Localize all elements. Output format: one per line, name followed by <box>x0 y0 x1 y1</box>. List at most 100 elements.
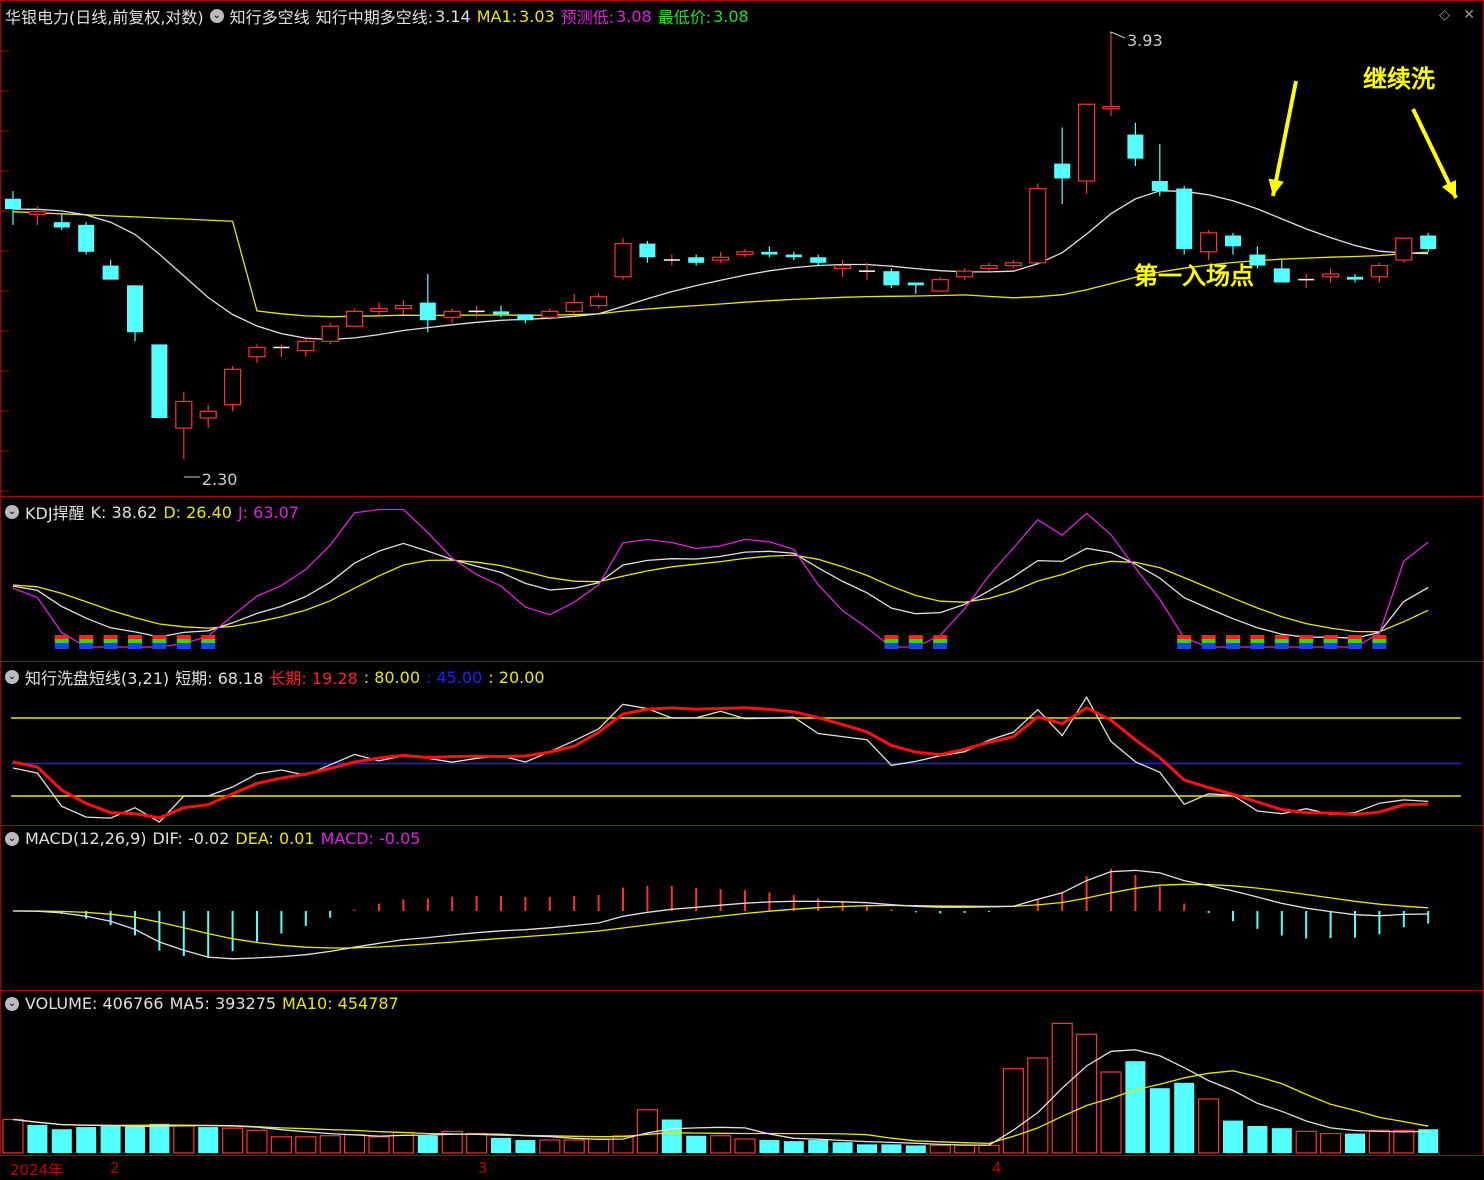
chevron-down-icon[interactable]: ⌄ <box>5 670 19 684</box>
candle-down <box>1273 268 1290 283</box>
chevron-down-icon[interactable]: ⌄ <box>5 505 19 519</box>
volume-bar-down <box>125 1124 145 1153</box>
wash-short-line <box>12 695 1429 823</box>
wash-level-20: : 20.00 <box>488 667 545 687</box>
stock-title[interactable]: 华银电力(日线,前复权,对数) <box>5 4 204 28</box>
candle-up <box>614 243 632 278</box>
volume-name[interactable]: VOLUME: 406766 <box>25 994 164 1013</box>
volume-bar-up <box>539 1139 561 1154</box>
kdj-signal-green <box>1372 639 1387 643</box>
macd-name[interactable]: MACD(12,26,9) <box>25 829 147 848</box>
close-icon[interactable]: ✕ <box>1463 7 1475 23</box>
high-price-label: 3.93 <box>1127 31 1163 50</box>
volume-bar-down <box>1418 1129 1439 1153</box>
kdj-signal-red <box>884 635 899 639</box>
axis-month-3: 3 <box>478 1159 488 1177</box>
kdj-signal-green <box>128 639 142 643</box>
volume-panel[interactable]: ⌄ VOLUME: 406766 MA5: 393275 MA10: 45478… <box>0 990 1484 1156</box>
axis-month-4: 4 <box>992 1159 1002 1177</box>
candlestick-chart[interactable]: 3.93 2.30 <box>1 1 1484 497</box>
main-chart-panel[interactable]: 华银电力(日线,前复权,对数) ⌄ 知行多空线 知行中期多空线: 3.14 MA1… <box>0 0 1484 497</box>
wash-long: 长期: 19.28 <box>269 669 358 688</box>
kdj-name[interactable]: KDJ捍醒 <box>25 500 85 524</box>
kdj-signal-blue <box>1299 643 1314 649</box>
candle-down <box>761 251 778 255</box>
volume-bar-up <box>709 1135 732 1154</box>
candle-down <box>78 224 95 252</box>
candle-up <box>980 264 998 269</box>
macd-header: ⌄ MACD(12,26,9) DIF: -0.02 DEA: 0.01 MAC… <box>5 829 420 848</box>
candle-down <box>419 302 436 321</box>
kdj-signal-red <box>1226 635 1240 639</box>
kdj-signal-green <box>884 639 899 643</box>
candle-up <box>589 296 608 307</box>
kdj-signal-red <box>1274 635 1289 639</box>
volume-bar-down <box>905 1145 926 1153</box>
volume-bar-up <box>953 1144 976 1154</box>
volume-bar-down <box>1223 1120 1243 1153</box>
volume-bar-down <box>417 1135 438 1153</box>
predicted-low-value: 3.08 <box>616 6 652 26</box>
kdj-signal-blue <box>128 643 142 649</box>
volume-bar-up <box>1295 1130 1317 1154</box>
candle-down <box>1347 276 1363 280</box>
volume-bar-up <box>344 1134 366 1154</box>
candle-up <box>541 310 559 318</box>
candle-up <box>1321 273 1340 278</box>
kdj-panel[interactable]: ⌄ KDJ捍醒 K: 38.62 D: 26.40 J: 63.07 <box>0 496 1484 662</box>
kdj-signal-red <box>908 635 923 639</box>
kdj-j: J: 63.07 <box>237 502 299 522</box>
macd-chart[interactable] <box>1 826 1484 991</box>
volume-bar-up <box>270 1136 292 1154</box>
volume-bar-up <box>612 1135 634 1154</box>
kdj-signal-green <box>1226 639 1240 643</box>
kdj-signal-red <box>1348 635 1362 639</box>
candle-down <box>883 271 900 286</box>
candle-up <box>955 270 974 278</box>
volume-bar-down <box>51 1129 72 1153</box>
kdj-signal-red <box>176 635 191 639</box>
volume-header: ⌄ VOLUME: 406766 MA5: 393275 MA10: 45478… <box>5 994 399 1013</box>
kdj-signal-blue <box>103 643 118 649</box>
kdj-signal-red <box>54 635 69 639</box>
candle-up <box>443 310 461 318</box>
kdj-signal-red <box>933 635 948 639</box>
volume-bar-down <box>27 1124 48 1153</box>
chevron-down-icon[interactable]: ⌄ <box>5 831 19 846</box>
volume-bar-up <box>587 1138 610 1154</box>
diamond-icon[interactable]: ◇ <box>1439 7 1450 23</box>
kdj-signal-green <box>1323 639 1338 643</box>
candle-down <box>1054 163 1071 179</box>
candle-up <box>1077 103 1096 182</box>
kdj-signal-blue <box>1250 643 1265 649</box>
wash-name[interactable]: 知行洗盘短线(3,21) <box>25 665 169 689</box>
volume-bar-up <box>1100 1071 1122 1154</box>
kdj-signal-red <box>79 635 94 639</box>
candle-down <box>102 265 119 280</box>
candle-up <box>1395 237 1413 261</box>
macd-dif-line <box>12 869 1429 960</box>
volume-bar-up <box>929 1144 951 1154</box>
kdj-signal-red <box>1177 635 1192 639</box>
kdj-signal-red <box>1250 635 1265 639</box>
volume-bar-up <box>563 1139 585 1154</box>
window-controls: ◇ ✕ <box>1439 7 1475 23</box>
macd-panel[interactable]: ⌄ MACD(12,26,9) DIF: -0.02 DEA: 0.01 MAC… <box>0 825 1484 991</box>
candle-down <box>1127 134 1144 159</box>
candle-up <box>833 264 852 269</box>
candle-up <box>370 307 388 312</box>
volume-chart[interactable] <box>1 991 1484 1156</box>
kdj-signal-blue <box>1323 643 1338 649</box>
macd-value: MACD: -0.05 <box>320 829 421 848</box>
chevron-down-icon[interactable]: ⌄ <box>209 9 224 23</box>
volume-bar-up <box>2 1118 24 1154</box>
kdj-signal-blue <box>1177 643 1192 649</box>
volume-ma10: MA10: 454787 <box>282 994 399 1013</box>
indicator-title[interactable]: 知行多空线 <box>230 4 310 28</box>
chevron-down-icon[interactable]: ⌄ <box>5 996 19 1011</box>
wash-panel[interactable]: ⌄ 知行洗盘短线(3,21) 短期: 68.18 长期: 19.28 : 80.… <box>0 661 1484 826</box>
kdj-signal-blue <box>908 643 923 649</box>
kdj-signal-green <box>1348 639 1362 643</box>
volume-bar-up <box>1002 1068 1025 1154</box>
wash-level-45: : 45.00 <box>426 667 483 687</box>
